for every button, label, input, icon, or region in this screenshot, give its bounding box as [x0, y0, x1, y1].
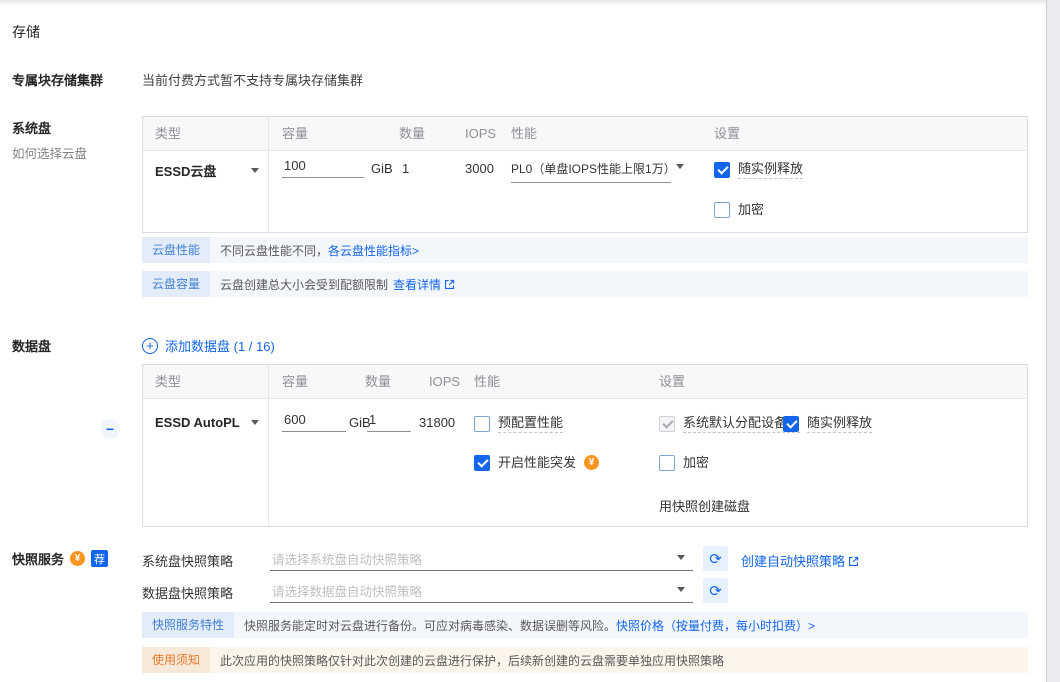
provisioned-performance-label[interactable]: 预配置性能: [498, 414, 564, 433]
system-disk-table-header: 类型 容量 数量 IOPS 性能 设置: [143, 117, 1027, 151]
data-encrypt-checkbox[interactable]: [659, 454, 675, 471]
system-snapshot-policy-label: 系统盘快照策略: [142, 554, 234, 569]
remove-data-disk-button[interactable]: −: [100, 419, 120, 439]
external-link-icon: [849, 556, 859, 566]
provisioned-performance-checkbox[interactable]: [474, 415, 490, 432]
data-disk-table: 类型 容量 数量 IOPS 性能 设置 ESSD AutoPL GiB 3180…: [142, 364, 1028, 527]
storage-config-panel: 存储 专属块存储集群 当前付费方式暂不支持专属块存储集群 系统盘 如何选择云盘 …: [0, 0, 1060, 682]
burst-performance-option: 开启性能突发 ¥: [474, 454, 600, 471]
capacity-unit: GiB: [371, 161, 393, 176]
header-performance: 性能: [511, 126, 538, 141]
system-disk-label: 系统盘: [12, 121, 52, 136]
add-data-disk-button[interactable]: + 添加数据盘 (1 / 16): [142, 336, 275, 355]
data-encrypt-option: 加密: [659, 454, 709, 471]
caret-down-icon: [675, 164, 684, 169]
data-disk-capacity-input[interactable]: [282, 412, 346, 432]
refresh-icon: ⟳: [709, 582, 722, 600]
burst-performance-checkbox[interactable]: [474, 454, 490, 471]
release-with-instance-checkbox[interactable]: [714, 161, 730, 178]
snapshot-price-link[interactable]: 快照价格（按量付费，每小时扣费）>: [616, 617, 815, 634]
disk-performance-note: 云盘性能 不同云盘性能不同， 各云盘性能指标>: [142, 237, 1028, 263]
how-to-choose-disk-link[interactable]: 如何选择云盘: [12, 143, 87, 162]
device-name-checkbox[interactable]: [659, 415, 675, 432]
burst-performance-label[interactable]: 开启性能突发: [498, 454, 576, 471]
system-disk-iops: 3000: [465, 161, 494, 176]
disk-performance-metrics-link[interactable]: 各云盘性能指标>: [328, 242, 419, 259]
create-snapshot-policy-link[interactable]: 创建自动快照策略: [741, 551, 859, 570]
system-disk-quantity: 1: [402, 161, 410, 176]
encrypt-checkbox[interactable]: [714, 201, 730, 218]
encrypt-option: 加密: [714, 201, 764, 218]
usage-notice-note: 使用须知 此次应用的快照策略仅针对此次创建的云盘进行保护，后续新创建的云盘需要单…: [142, 647, 1028, 673]
data-disk-quantity-input[interactable]: [367, 412, 411, 432]
column-divider: [268, 117, 269, 232]
usage-notice-tag: 使用须知: [142, 647, 211, 673]
system-disk-performance-select[interactable]: PL0（单盘IOPS性能上限1万）: [511, 160, 684, 183]
section-title-storage: 存储: [12, 24, 40, 40]
data-release-with-instance-option: 随实例释放: [783, 414, 873, 433]
caret-down-icon: [251, 420, 259, 425]
data-disk-type-select[interactable]: ESSD AutoPL: [155, 415, 259, 430]
dedicated-cluster-label: 专属块存储集群: [12, 73, 104, 88]
header-iops: IOPS: [429, 374, 461, 389]
snapshot-service-header: 快照服务 ¥ 荐: [12, 549, 109, 568]
column-divider: [268, 365, 269, 526]
recommended-badge: 荐: [91, 550, 109, 567]
header-quantity: 数量: [399, 126, 426, 141]
data-disk-label: 数据盘: [12, 339, 52, 354]
refresh-system-policy-button[interactable]: ⟳: [703, 546, 728, 571]
page-right-rail: [1046, 0, 1060, 682]
snapshot-feature-tag: 快照服务特性: [142, 612, 235, 638]
minus-icon: −: [105, 421, 115, 437]
header-iops: IOPS: [465, 126, 497, 141]
top-divider: [0, 0, 1046, 5]
disk-quota-tag: 云盘容量: [142, 271, 211, 297]
header-settings: 设置: [714, 126, 741, 141]
snapshot-feature-note: 快照服务特性 快照服务能定时对云盘进行备份。可应对病毒感染、数据误删等风险。 快…: [142, 612, 1028, 638]
caret-down-icon: [677, 587, 685, 592]
system-disk-capacity-input[interactable]: [282, 158, 364, 178]
header-type: 类型: [155, 126, 182, 141]
disk-performance-tag: 云盘性能: [142, 237, 211, 263]
data-disk-iops: 31800: [419, 415, 456, 430]
encrypt-label[interactable]: 加密: [738, 201, 764, 218]
plus-icon: +: [142, 337, 158, 354]
external-link-icon: [445, 279, 455, 289]
system-disk-table: 类型 容量 数量 IOPS 性能 设置 ESSD云盘 GiB 1 3000 PL…: [142, 116, 1028, 233]
header-type: 类型: [155, 374, 182, 389]
refresh-icon: ⟳: [709, 550, 722, 568]
header-quantity: 数量: [365, 374, 392, 389]
release-with-instance-option: 随实例释放: [714, 160, 804, 179]
release-with-instance-label[interactable]: 随实例释放: [738, 160, 804, 179]
header-settings: 设置: [659, 374, 686, 389]
fee-icon: ¥: [70, 551, 86, 566]
caret-down-icon: [677, 555, 685, 560]
header-capacity: 容量: [282, 126, 309, 141]
system-disk-type-select[interactable]: ESSD云盘: [155, 161, 259, 180]
data-release-with-instance-label[interactable]: 随实例释放: [807, 414, 873, 433]
provisioned-performance-option: 预配置性能: [474, 414, 564, 433]
create-disk-from-snapshot-link[interactable]: 用快照创建磁盘: [659, 496, 750, 515]
data-encrypt-label[interactable]: 加密: [683, 454, 709, 471]
device-name-option: 系统默认分配设备名: [659, 414, 801, 433]
header-performance: 性能: [474, 374, 501, 389]
system-snapshot-policy-select[interactable]: 请选择系统盘自动快照策略: [270, 545, 693, 571]
data-disk-table-header: 类型 容量 数量 IOPS 性能 设置: [143, 365, 1027, 399]
refresh-data-policy-button[interactable]: ⟳: [703, 578, 728, 603]
dedicated-cluster-message: 当前付费方式暂不支持专属块存储集群: [142, 73, 364, 88]
data-release-with-instance-checkbox[interactable]: [783, 415, 799, 432]
view-details-link[interactable]: 查看详情: [393, 276, 455, 293]
caret-down-icon: [251, 168, 259, 173]
data-snapshot-policy-select[interactable]: 请选择数据盘自动快照策略: [270, 577, 693, 603]
snapshot-service-label: 快照服务: [12, 552, 65, 567]
fee-icon: ¥: [584, 455, 600, 470]
disk-quota-note: 云盘容量 云盘创建总大小会受到配额限制 查看详情: [142, 271, 1028, 297]
data-snapshot-policy-label: 数据盘快照策略: [142, 586, 234, 601]
header-capacity: 容量: [282, 374, 309, 389]
